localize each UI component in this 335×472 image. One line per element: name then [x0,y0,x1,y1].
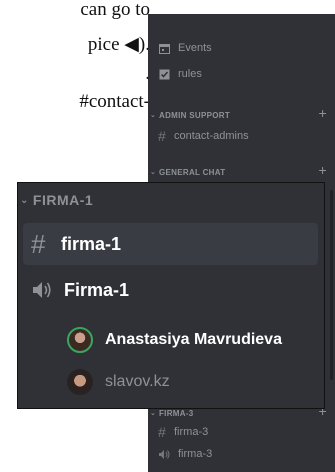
category-admin-support[interactable]: ⌄ ADMIN SUPPORT + [148,105,335,123]
avatar [67,369,93,395]
channel-label: firma-1 [61,233,122,254]
category-label: GENERAL CHAT [159,167,226,177]
hash-icon: # [31,228,46,259]
hash-icon: # [158,424,166,440]
chevron-down-icon: ⌄ [20,194,29,206]
sidebar-item-rules[interactable]: rules [158,64,202,84]
chevron-down-icon: ⌄ [150,112,157,119]
category-label: FIRMA-3 [159,408,194,418]
category-firma-1[interactable]: ⌄ FIRMA-1 [20,190,93,210]
document-line-2: pice ◀). [87,35,150,55]
chevron-down-icon: ⌄ [150,410,157,417]
calendar-icon [158,42,170,54]
user-name: Anastasiya Mavrudieva [105,331,282,348]
document-line-4: #contact- [79,92,150,112]
sidebar-item-label: rules [178,68,202,80]
category-label: FIRMA-1 [32,192,94,208]
voice-user-anastasiya[interactable]: Anastasiya Mavrudieva [67,325,282,355]
channel-label: firma-3 [174,426,209,438]
channel-label: firma-3 [178,448,213,460]
document-line-1: can go to [80,0,150,20]
add-channel-icon[interactable]: + [319,162,327,178]
checkbox-icon [158,68,170,80]
channel-firma-3-text[interactable]: # firma-3 [158,422,208,442]
chevron-down-icon: ⌄ [150,169,157,176]
channel-firma-1-voice[interactable]: Firma-1 [32,275,129,305]
sidebar-item-label: Events [178,42,212,54]
channel-contact-admins[interactable]: # contact-admins [158,126,249,146]
avatar [67,327,93,353]
channel-firma-3-voice[interactable]: firma-3 [158,444,212,464]
category-label: ADMIN SUPPORT [159,110,231,120]
sidebar-item-events[interactable]: Events [158,38,212,58]
category-general-chat[interactable]: ⌄ GENERAL CHAT + [148,162,335,180]
speaker-icon [32,281,52,299]
document-line-3: . [0,64,150,84]
channel-firma-1-text[interactable]: # firma-1 [31,227,121,261]
voice-user-slavov[interactable]: slavov.kz [67,367,170,397]
sidebar-scrollbar[interactable] [330,190,333,380]
channel-label: contact-admins [174,130,249,142]
zoomed-channel-panel: ⌄ FIRMA-1 # firma-1 Firma-1 Anastasiya M… [17,182,325,409]
hash-icon: # [158,128,166,144]
channel-label: Firma-1 [64,279,130,300]
speaker-icon [158,448,170,460]
user-name: slavov.kz [105,373,170,390]
add-channel-icon[interactable]: + [319,105,327,121]
